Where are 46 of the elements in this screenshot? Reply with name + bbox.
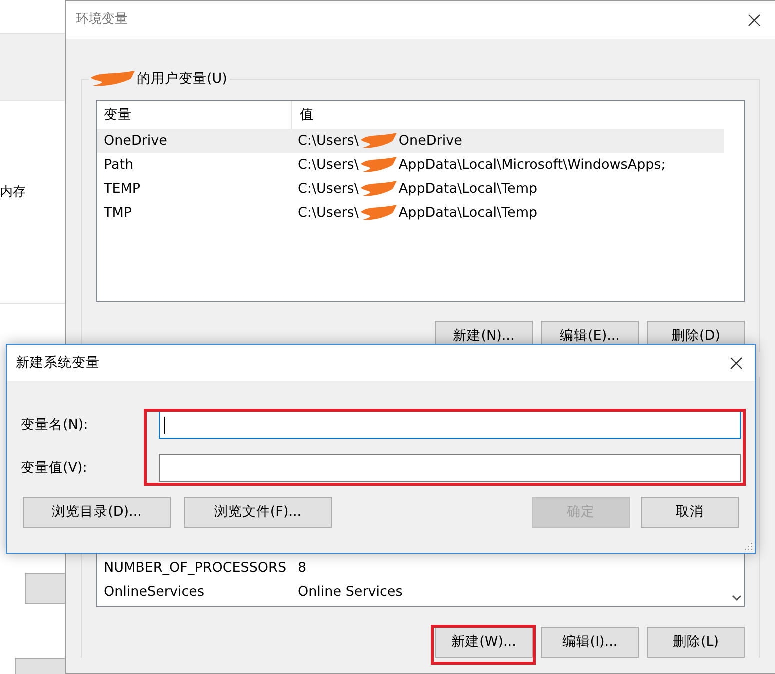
- button[interactable]: 删除(L): [647, 627, 745, 658]
- value-text: C:\Users\: [298, 204, 359, 223]
- input-field[interactable]: [159, 454, 741, 482]
- window-title: 环境变量: [76, 11, 128, 30]
- variable-name: OneDrive: [104, 132, 168, 151]
- field-label: 变量名(N):: [21, 416, 90, 435]
- list-row[interactable]: Path C:\Users\ AppData\Local\Microsoft\WindowsApps;: [97, 153, 744, 177]
- variable-name: Path: [104, 156, 135, 175]
- resize-grip-icon[interactable]: [744, 542, 753, 551]
- value-text: C:\Users\: [298, 156, 359, 175]
- button[interactable]: 编辑(I)...: [541, 627, 639, 658]
- value-text: AppData\Local\Temp: [398, 180, 538, 199]
- column-header[interactable]: 值: [300, 104, 314, 126]
- dialog-title: 新建系统变量: [16, 354, 100, 373]
- list-row[interactable]: NUMBER_OF_PROCESSORS 8: [97, 556, 744, 580]
- variable-name: NUMBER_OF_PROCESSORS: [104, 558, 288, 578]
- close-icon[interactable]: [730, 356, 743, 370]
- column-header[interactable]: 变量: [104, 104, 298, 126]
- variable-name: OnlineServices: [104, 582, 206, 602]
- redaction-mark: [358, 203, 399, 223]
- field-label: 变量值(V):: [21, 458, 88, 478]
- redaction-mark: [358, 155, 399, 175]
- list-row[interactable]: TEMP C:\Users\ AppData\Local\Temp: [97, 177, 744, 201]
- group-label: 的用户变量(U): [137, 70, 228, 89]
- button[interactable]: 取消: [641, 497, 739, 528]
- variable-name: TEMP: [104, 180, 142, 199]
- scroll-down-icon[interactable]: [732, 595, 742, 602]
- redaction-mark: [358, 131, 399, 151]
- value-text: AppData\Local\Microsoft\WindowsApps;: [398, 156, 666, 175]
- redaction-mark: [358, 179, 399, 199]
- list-row[interactable]: TMP C:\Users\ AppData\Local\Temp: [97, 201, 744, 225]
- input-field[interactable]: [159, 411, 741, 439]
- value-text: Online Services: [298, 582, 403, 602]
- button[interactable]: 浏览目录(D)...: [23, 497, 171, 528]
- value-text: C:\Users\: [298, 132, 359, 151]
- button[interactable]: 新建(W)...: [435, 627, 533, 658]
- value-text: C:\Users\: [298, 180, 359, 199]
- variable-name: TMP: [104, 204, 134, 223]
- button[interactable]: 浏览文件(F)...: [184, 497, 332, 528]
- value-text: AppData\Local\Temp: [398, 204, 538, 223]
- list-row[interactable]: OnlineServices Online Services: [97, 580, 744, 604]
- value-text: OneDrive: [398, 132, 462, 151]
- list-row[interactable]: OneDrive C:\Users\ OneDrive: [97, 129, 724, 153]
- close-icon[interactable]: [748, 14, 761, 26]
- value-text: 8: [298, 558, 307, 578]
- label-text: 内存: [0, 185, 26, 200]
